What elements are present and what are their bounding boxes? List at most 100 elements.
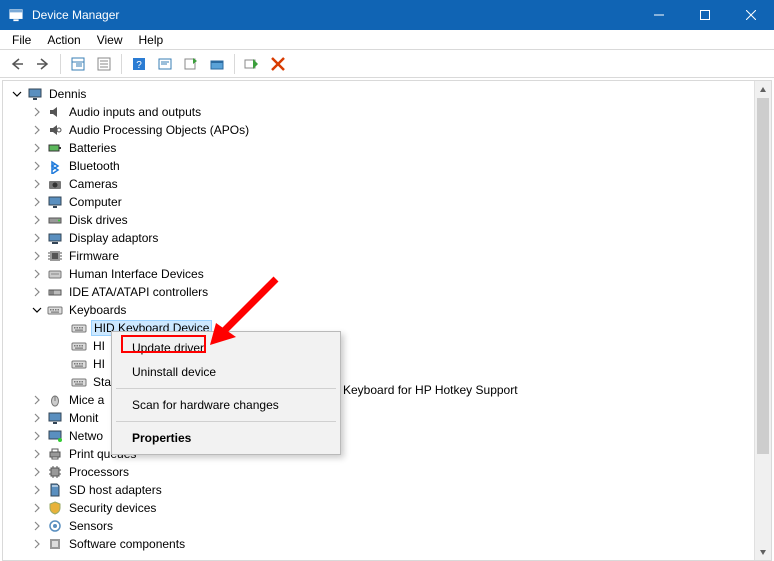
tree-category[interactable]: Security devices	[7, 499, 771, 517]
category-icon	[47, 482, 63, 498]
context-uninstall-device[interactable]: Uninstall device	[114, 360, 338, 384]
caret-icon[interactable]	[31, 502, 43, 514]
caret-icon[interactable]	[31, 142, 43, 154]
caret-icon[interactable]	[31, 196, 43, 208]
tree-category[interactable]: Disk drives	[7, 211, 771, 229]
caret-icon[interactable]	[31, 484, 43, 496]
category-icon	[47, 104, 63, 120]
computer-icon	[27, 86, 43, 102]
close-button[interactable]	[728, 0, 774, 30]
tree-category[interactable]: Batteries	[7, 139, 771, 157]
category-icon	[47, 500, 63, 516]
tree-category[interactable]: Sensors	[7, 517, 771, 535]
caret-icon[interactable]	[31, 232, 43, 244]
menu-view[interactable]: View	[89, 31, 131, 49]
caret-icon[interactable]	[31, 448, 43, 460]
update-driver-button[interactable]	[180, 53, 202, 75]
category-icon	[47, 158, 63, 174]
caret-icon[interactable]	[31, 304, 43, 316]
category-icon	[47, 212, 63, 228]
category-icon	[47, 392, 63, 408]
category-icon	[47, 266, 63, 282]
tree-category[interactable]: Cameras	[7, 175, 771, 193]
caret-icon[interactable]	[31, 250, 43, 262]
caret-icon[interactable]	[31, 412, 43, 424]
category-icon	[47, 536, 63, 552]
keyboard-icon	[71, 374, 87, 390]
scroll-track[interactable]	[755, 98, 771, 543]
category-icon	[47, 230, 63, 246]
caret-icon[interactable]	[31, 394, 43, 406]
category-icon	[47, 518, 63, 534]
tree-category[interactable]: Display adaptors	[7, 229, 771, 247]
device-label: HI	[91, 339, 107, 353]
tree-category[interactable]: IDE ATA/ATAPI controllers	[7, 283, 771, 301]
caret-icon[interactable]	[31, 106, 43, 118]
tree-category[interactable]: Audio inputs and outputs	[7, 103, 771, 121]
caret-icon[interactable]	[31, 520, 43, 532]
tree-category[interactable]: Bluetooth	[7, 157, 771, 175]
context-scan-hardware[interactable]: Scan for hardware changes	[114, 393, 338, 417]
caret-icon[interactable]	[31, 178, 43, 190]
category-icon	[47, 428, 63, 444]
tree-category[interactable]: Computer	[7, 193, 771, 211]
maximize-button[interactable]	[682, 0, 728, 30]
category-icon	[47, 464, 63, 480]
category-label: Firmware	[67, 249, 121, 263]
context-properties[interactable]: Properties	[114, 426, 338, 450]
caret-icon[interactable]	[31, 124, 43, 136]
caret-icon[interactable]	[11, 88, 23, 100]
tree-root[interactable]: Dennis	[7, 85, 771, 103]
caret-icon[interactable]	[31, 538, 43, 550]
tree-category[interactable]: Keyboards	[7, 301, 771, 319]
minimize-button[interactable]	[636, 0, 682, 30]
caret-icon[interactable]	[31, 286, 43, 298]
tree-category[interactable]: Audio Processing Objects (APOs)	[7, 121, 771, 139]
caret-icon[interactable]	[31, 214, 43, 226]
caret-icon[interactable]	[31, 430, 43, 442]
show-hidden-button[interactable]	[67, 53, 89, 75]
tree-category[interactable]: Firmware	[7, 247, 771, 265]
menu-help[interactable]: Help	[131, 31, 172, 49]
keyboard-icon	[71, 356, 87, 372]
vertical-scrollbar[interactable]	[754, 81, 771, 560]
tree-category[interactable]: Processors	[7, 463, 771, 481]
scroll-thumb[interactable]	[757, 98, 769, 454]
category-icon	[47, 122, 63, 138]
tree-category[interactable]: SD host adapters	[7, 481, 771, 499]
keyboard-icon	[71, 320, 87, 336]
category-label: Netwo	[67, 429, 105, 443]
scroll-up-button[interactable]	[755, 81, 771, 98]
menubar: File Action View Help	[0, 30, 774, 50]
help-button[interactable]: ?	[128, 53, 150, 75]
context-separator	[116, 421, 336, 422]
category-label: SD host adapters	[67, 483, 164, 497]
category-label: Batteries	[67, 141, 118, 155]
category-label: Mice a	[67, 393, 106, 407]
back-button[interactable]	[6, 53, 28, 75]
category-label: Software components	[67, 537, 187, 551]
category-icon	[47, 302, 63, 318]
caret-icon[interactable]	[31, 160, 43, 172]
scan-button[interactable]	[154, 53, 176, 75]
context-update-driver[interactable]: Update driver	[114, 336, 338, 360]
menu-action[interactable]: Action	[39, 31, 88, 49]
tree-category[interactable]: Software components	[7, 535, 771, 553]
device-suffix-text: Keyboard for HP Hotkey Support	[343, 383, 518, 397]
uninstall-button[interactable]	[206, 53, 228, 75]
forward-button[interactable]	[32, 53, 54, 75]
caret-icon[interactable]	[31, 268, 43, 280]
properties-button[interactable]	[93, 53, 115, 75]
disable-button[interactable]	[267, 53, 289, 75]
category-label: Keyboards	[67, 303, 128, 317]
scroll-down-button[interactable]	[755, 543, 771, 560]
category-icon	[47, 446, 63, 462]
window-title: Device Manager	[32, 8, 119, 22]
enable-button[interactable]	[241, 53, 263, 75]
tree-category[interactable]: Human Interface Devices	[7, 265, 771, 283]
caret-icon[interactable]	[31, 466, 43, 478]
category-label: Disk drives	[67, 213, 130, 227]
category-icon	[47, 284, 63, 300]
device-label: HI	[91, 357, 107, 371]
menu-file[interactable]: File	[4, 31, 39, 49]
